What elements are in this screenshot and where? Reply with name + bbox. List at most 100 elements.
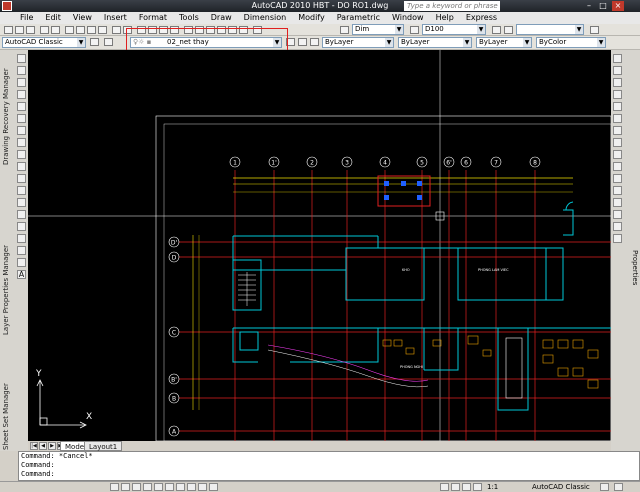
make-block-icon[interactable] [17,198,26,207]
hatch-icon[interactable] [17,222,26,231]
multileader-style-icon[interactable] [504,26,513,34]
arc-icon[interactable] [17,114,26,123]
annotation-scale[interactable]: 1:1 [487,482,498,492]
spline-icon[interactable] [17,150,26,159]
pan-status-icon[interactable] [462,483,471,491]
workspace-combo[interactable]: AutoCAD Classic ▼ [2,37,86,48]
polygon-icon[interactable] [17,90,26,99]
linetype-combo[interactable]: ByLayer ▼ [398,37,472,48]
offset-icon[interactable] [613,90,622,99]
explode-icon[interactable] [613,234,622,243]
layer-manager-icon[interactable] [104,38,113,46]
rotate-icon[interactable] [613,126,622,135]
textstyle-combo[interactable]: D100 ▼ [422,24,486,35]
layer-properties-manager-tab[interactable]: Layer Properties Manager [2,235,12,335]
minimize-icon[interactable]: – [583,1,595,11]
ellipse-icon[interactable] [17,162,26,171]
erase-icon[interactable] [613,54,622,63]
snap-icon[interactable] [110,483,119,491]
menu-dimension[interactable]: Dimension [238,12,293,24]
prev-tab-icon[interactable]: ◀ [39,442,47,450]
copy-icon[interactable] [76,26,85,34]
preview-icon[interactable] [51,26,60,34]
table-icon[interactable] [17,258,26,267]
polyline-icon[interactable] [17,78,26,87]
command-window[interactable]: Command: *Cancel* Command: Command: [18,451,640,481]
help-search-input[interactable]: Type a keyword or phrase [404,1,500,11]
osnap-icon[interactable] [154,483,163,491]
first-tab-icon[interactable]: |◀ [30,442,38,450]
multiline-text-icon[interactable]: A [17,270,26,279]
stretch-icon[interactable] [613,150,622,159]
paste-icon[interactable] [87,26,96,34]
new-icon[interactable] [4,26,13,34]
copy-object-icon[interactable] [613,66,622,75]
undo-icon[interactable] [112,26,121,34]
menu-tools[interactable]: Tools [173,12,205,24]
menu-format[interactable]: Format [133,12,173,24]
grid-icon[interactable] [121,483,130,491]
text-style-icon[interactable] [340,26,349,34]
otrack-icon[interactable] [165,483,174,491]
match-properties-icon[interactable] [98,26,107,34]
menu-view[interactable]: View [67,12,98,24]
layer-previous-icon[interactable] [298,38,307,46]
command-input[interactable]: Command: [19,470,639,479]
layer-state-icon[interactable] [310,38,319,46]
menu-window[interactable]: Window [386,12,430,24]
sheet-set-manager-tab[interactable]: Sheet Set Manager [2,380,12,450]
point-icon[interactable] [17,210,26,219]
insert-block-icon[interactable] [17,186,26,195]
save-icon[interactable] [26,26,35,34]
drawing-canvas[interactable]: 1 1' 2 3 4 5 6' 6 7 8 D' D C B' B A KHO PHONG LAM VIEC… [28,50,611,441]
scale-icon[interactable] [613,138,622,147]
menu-modify[interactable]: Modify [292,12,331,24]
style-combo[interactable]: ▼ [516,24,584,35]
construction-line-icon[interactable] [17,66,26,75]
trim-icon[interactable] [613,162,622,171]
mirror-icon[interactable] [613,78,622,87]
model-space-icon[interactable] [440,483,449,491]
gradient-icon[interactable] [17,234,26,243]
workspace-status[interactable]: AutoCAD Classic [532,482,590,492]
table-style-icon[interactable] [492,26,501,34]
plot-icon[interactable] [40,26,49,34]
lineweight-icon[interactable] [198,483,207,491]
color-combo[interactable]: ByLayer ▼ [322,37,394,48]
quick-properties-icon[interactable] [209,483,218,491]
quick-view-icon[interactable] [451,483,460,491]
menu-edit[interactable]: Edit [39,12,67,24]
workspace-settings-icon[interactable] [90,38,99,46]
circle-icon[interactable] [17,126,26,135]
line-icon[interactable] [17,54,26,63]
menu-parametric[interactable]: Parametric [331,12,386,24]
region-icon[interactable] [17,246,26,255]
move-icon[interactable] [613,114,622,123]
properties-tab[interactable]: Properties [629,250,639,310]
break-icon[interactable] [613,186,622,195]
cut-icon[interactable] [65,26,74,34]
tab-layout1[interactable]: Layout1 [84,441,123,451]
menu-insert[interactable]: Insert [98,12,133,24]
menu-draw[interactable]: Draw [205,12,238,24]
next-tab-icon[interactable]: ▶ [48,442,56,450]
misc-icon[interactable] [590,26,599,34]
menu-express[interactable]: Express [460,12,503,24]
drawing-recovery-manager-tab[interactable]: Drawing Recovery Manager [2,68,12,165]
lineweight-combo[interactable]: ByLayer ▼ [476,37,532,48]
join-icon[interactable] [613,198,622,207]
dyn-icon[interactable] [187,483,196,491]
rectangle-icon[interactable] [17,102,26,111]
close-icon[interactable]: × [612,1,624,11]
polar-icon[interactable] [143,483,152,491]
chamfer-icon[interactable] [613,210,622,219]
extend-icon[interactable] [613,174,622,183]
plotstyle-combo[interactable]: ByColor ▼ [536,37,606,48]
ortho-icon[interactable] [132,483,141,491]
menu-help[interactable]: Help [430,12,460,24]
dimension-style-icon[interactable] [410,26,419,34]
maximize-icon[interactable]: □ [597,1,609,11]
clean-screen-icon[interactable] [614,483,623,491]
dimstyle-combo[interactable]: Dim ▼ [352,24,404,35]
revision-cloud-icon[interactable] [17,138,26,147]
